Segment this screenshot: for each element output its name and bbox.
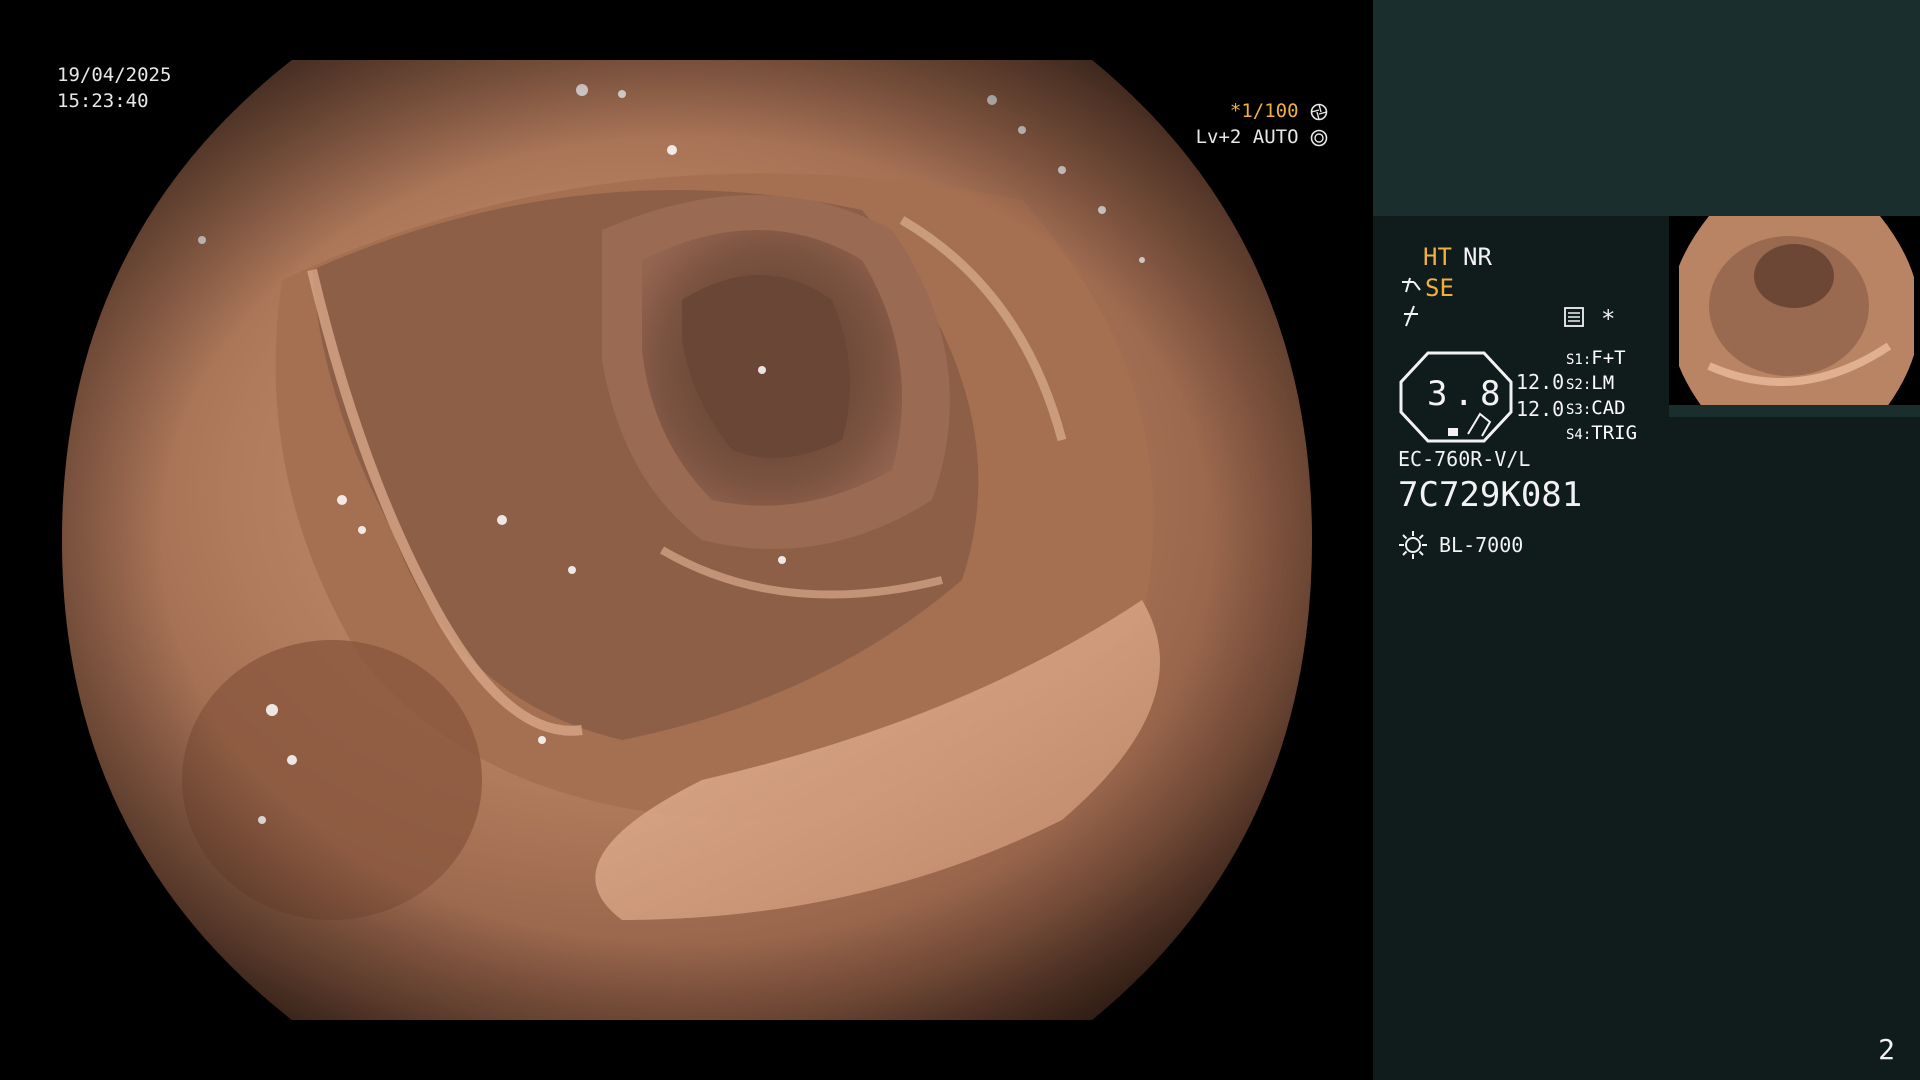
scope-model: EC-760R-V/L: [1398, 447, 1531, 471]
scope-serial: 7C729K081: [1398, 475, 1583, 515]
switch-s2: S2:LM: [1566, 372, 1614, 394]
level-text: Lv+2 AUTO: [1195, 126, 1299, 148]
switch-value: F+T: [1591, 347, 1626, 369]
info-panel: HT NR SE * 3.8 12.0 12.0 S1:F+T S2:LM S3…: [1373, 0, 1920, 1080]
menu-icon: [1564, 307, 1584, 327]
mode-nr-label: NR: [1463, 243, 1492, 271]
light-source-model: BL-7000: [1439, 533, 1524, 557]
thumbnail-status-strip: [1669, 405, 1920, 417]
switch-key: S3:: [1566, 402, 1592, 418]
zoom-value: 3.8: [1427, 374, 1507, 414]
switch-s1: S1:F+T: [1566, 347, 1626, 369]
switch-key: S4:: [1566, 427, 1592, 443]
switch-key: S1:: [1566, 352, 1592, 368]
endoscope-image: [62, 60, 1312, 1020]
switch-s3: S3:CAD: [1566, 397, 1626, 419]
setting-value-1: 12.0: [1516, 370, 1565, 394]
shutter-text: *1/100: [1229, 100, 1299, 122]
exposure-readout: *1/100 Lv+2 AUTO: [1196, 98, 1328, 150]
endoscope-main-view: 19/04/2025 15:23:40 *1/100 Lv+2 AUTO: [0, 0, 1373, 1080]
datetime-readout: 19/04/2025 15:23:40: [57, 62, 171, 114]
mode-se-label: SE: [1425, 274, 1454, 302]
date-text: 19/04/2025: [57, 64, 172, 86]
switch-value: TRIG: [1591, 422, 1638, 444]
page-number: 2: [1878, 1033, 1895, 1066]
star-indicator: *: [1601, 305, 1616, 333]
mode-ht-label: HT: [1423, 243, 1452, 271]
switch-value: CAD: [1591, 397, 1626, 419]
thumbnail-image: [1679, 216, 1914, 416]
switch-s4: S4:TRIG: [1566, 422, 1637, 444]
freeze-icon: [1404, 305, 1418, 327]
thumbnail-preview[interactable]: [1669, 216, 1920, 416]
panel-header-area: [1373, 0, 1920, 216]
time-text: 15:23:40: [57, 90, 149, 112]
switch-value: LM: [1591, 372, 1615, 394]
aperture-icon: [1310, 103, 1328, 120]
switch-key: S2:: [1566, 377, 1592, 393]
sun-icon: [1399, 531, 1427, 559]
setting-value-2: 12.0: [1516, 397, 1565, 421]
enhance-icon: [1402, 277, 1421, 293]
auto-iris-icon: [1310, 129, 1328, 146]
